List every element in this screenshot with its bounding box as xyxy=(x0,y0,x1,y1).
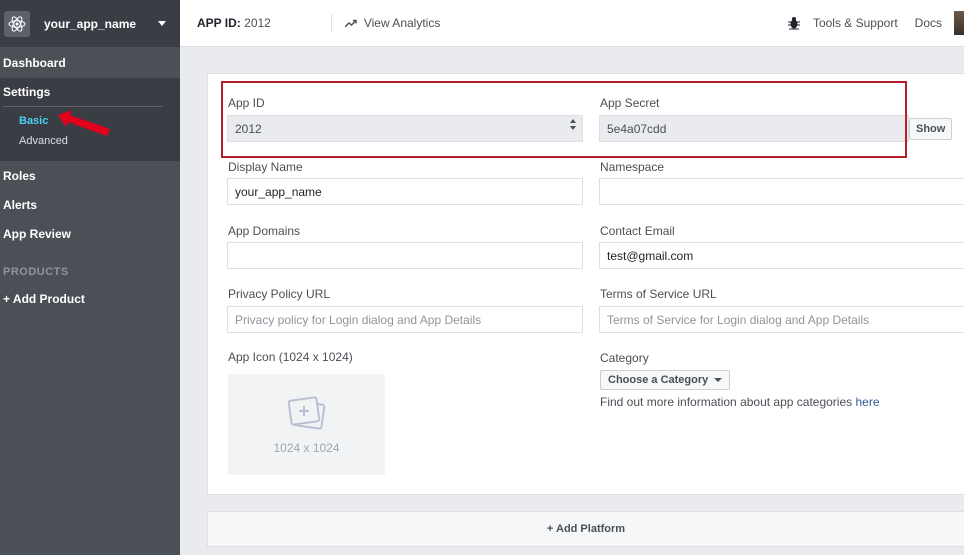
choose-category-label: Choose a Category xyxy=(608,374,709,386)
app-icon-size: 1024 x 1024 xyxy=(273,440,340,455)
app-id-label: APP ID: xyxy=(197,16,241,30)
view-analytics-label: View Analytics xyxy=(363,16,441,30)
tos-url-label: Terms of Service URL xyxy=(600,287,717,301)
app-icon-upload[interactable]: 1024 x 1024 xyxy=(228,374,385,475)
add-product-button[interactable]: + Add Product xyxy=(0,284,180,313)
contact-email-field[interactable]: test@gmail.com xyxy=(599,242,964,269)
bug-icon xyxy=(787,17,800,30)
tos-url-placeholder: Terms of Service for Login dialog and Ap… xyxy=(607,312,870,327)
tools-support-link[interactable]: Tools & Support xyxy=(787,16,898,30)
divider xyxy=(3,106,163,107)
category-label: Category xyxy=(600,351,649,365)
app-switcher[interactable]: your_app_name xyxy=(0,0,180,47)
sidebar-item-roles[interactable]: Roles xyxy=(0,161,180,190)
category-info: Find out more information about app cate… xyxy=(600,395,880,409)
add-platform-label: + Add Platform xyxy=(546,523,626,535)
app-id-value: 2012 xyxy=(244,16,271,30)
top-app-id: APP ID: 2012 xyxy=(197,16,271,30)
choose-category-dropdown[interactable]: Choose a Category xyxy=(600,370,731,390)
app-domains-field[interactable] xyxy=(227,242,583,269)
app-name: your_app_name xyxy=(44,16,137,31)
trending-up-icon xyxy=(344,19,357,27)
sidebar-item-app-review[interactable]: App Review xyxy=(0,219,180,248)
category-info-text: Find out more information about app cate… xyxy=(600,395,853,409)
sidebar-item-dashboard[interactable]: Dashboard xyxy=(0,48,180,78)
tools-support-label: Tools & Support xyxy=(812,16,898,30)
red-arrow-annotation xyxy=(58,110,110,136)
contact-email-label: Contact Email xyxy=(600,224,675,238)
display-name-label: Display Name xyxy=(228,160,303,174)
sidebar: your_app_name Dashboard Settings Basic A… xyxy=(0,0,180,555)
display-name-value: your_app_name xyxy=(235,184,322,199)
docs-link[interactable]: Docs xyxy=(915,16,942,30)
privacy-url-field[interactable]: Privacy policy for Login dialog and App … xyxy=(227,306,583,333)
chevron-down-icon[interactable] xyxy=(158,21,166,26)
react-atom-icon xyxy=(4,10,30,37)
top-bar: APP ID: 2012 View Analytics Tools & Supp… xyxy=(180,0,964,47)
sidebar-item-settings[interactable]: Settings xyxy=(0,78,180,106)
privacy-url-label: Privacy Policy URL xyxy=(228,287,331,301)
app-domains-label: App Domains xyxy=(228,224,301,238)
add-platform-button[interactable]: + Add Platform xyxy=(207,511,964,547)
chevron-down-icon xyxy=(714,378,723,382)
privacy-url-placeholder: Privacy policy for Login dialog and App … xyxy=(235,312,482,327)
highlight-annotation xyxy=(221,81,907,158)
tos-url-field[interactable]: Terms of Service for Login dialog and Ap… xyxy=(599,306,964,333)
products-header: PRODUCTS xyxy=(3,266,69,278)
view-analytics-link[interactable]: View Analytics xyxy=(344,16,441,30)
namespace-field[interactable] xyxy=(599,178,964,205)
sidebar-item-alerts[interactable]: Alerts xyxy=(0,190,180,219)
divider xyxy=(330,14,332,32)
display-name-field[interactable]: your_app_name xyxy=(227,178,583,205)
avatar[interactable] xyxy=(954,11,964,35)
namespace-label: Namespace xyxy=(600,160,665,174)
category-info-link[interactable]: here xyxy=(856,395,880,409)
show-secret-button[interactable]: Show xyxy=(909,118,953,140)
contact-email-value: test@gmail.com xyxy=(607,248,694,263)
app-icon-label: App Icon (1024 x 1024) xyxy=(228,350,353,364)
image-placeholder-icon xyxy=(287,395,325,430)
